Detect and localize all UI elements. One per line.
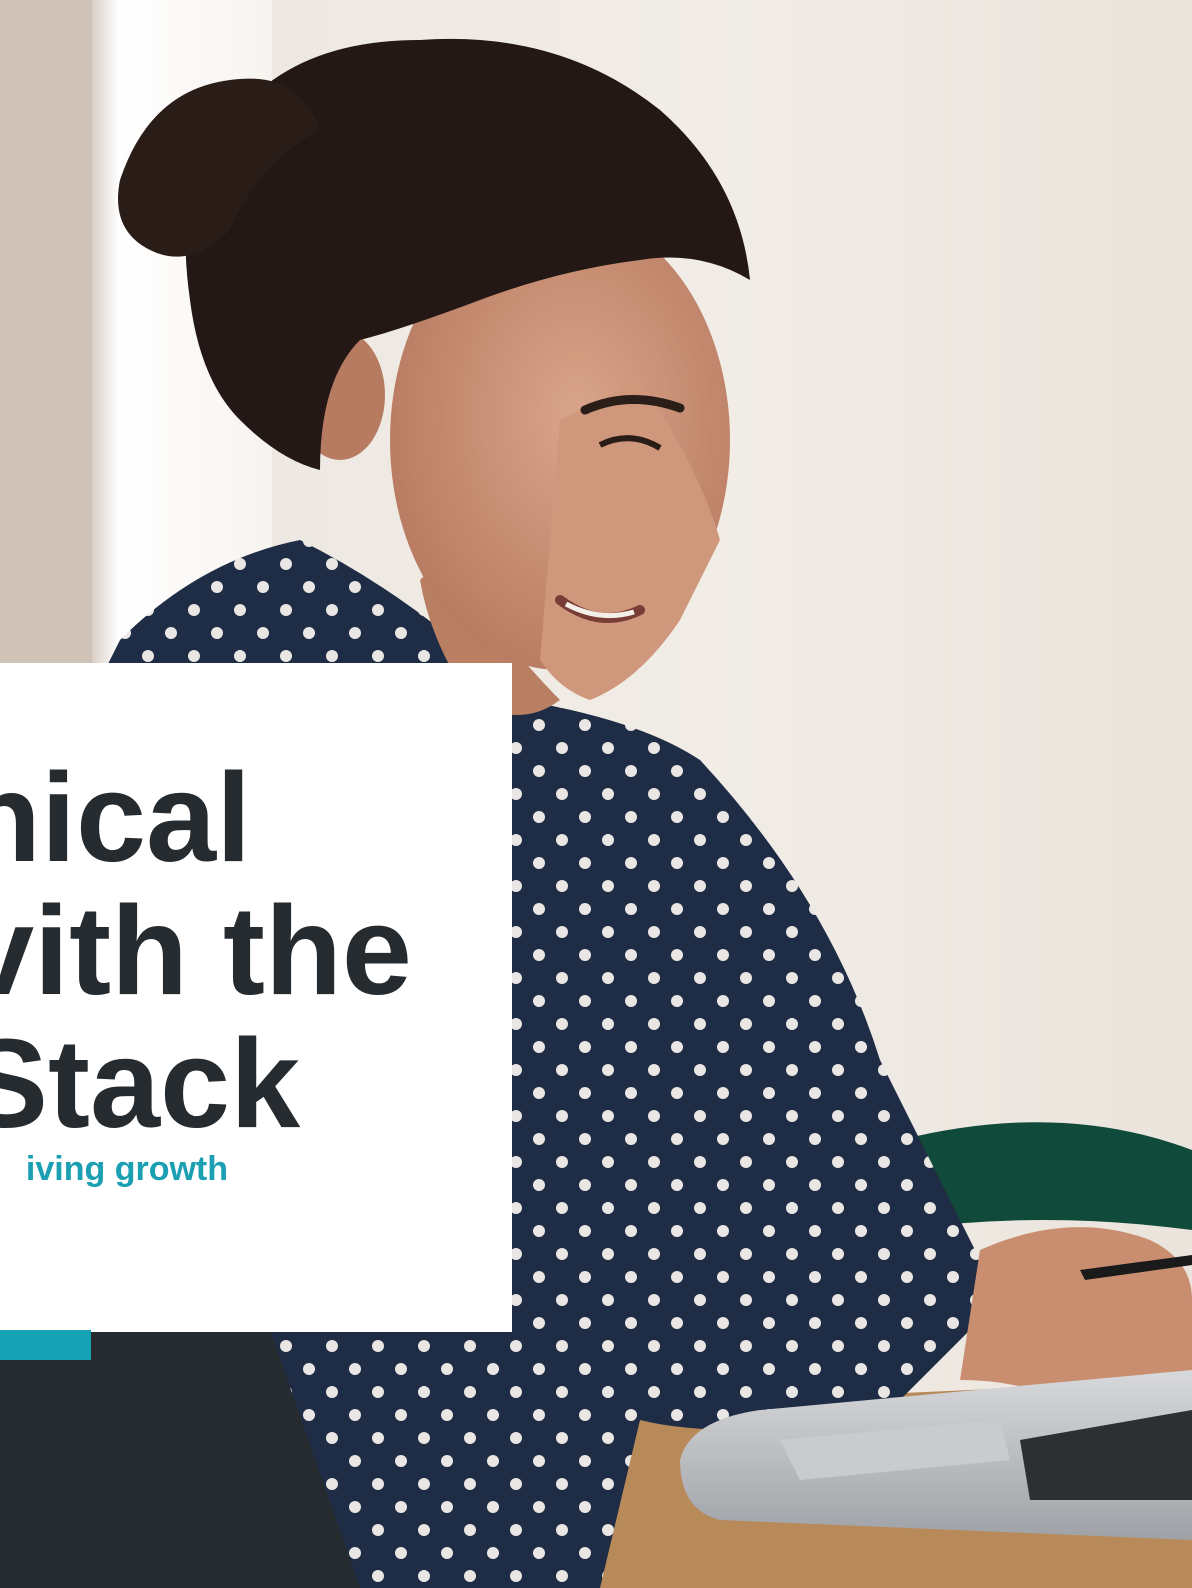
cover-subtitle: iving growth: [25, 1150, 228, 1188]
cover-title-line: vith the: [0, 880, 412, 1021]
cover-card: nical vith the Stack iving growth: [0, 663, 512, 1332]
cover-title: nical vith the Stack: [0, 751, 412, 1150]
cover-title-line: Stack: [0, 1013, 301, 1154]
accent-bar: [0, 1330, 91, 1360]
cover-title-line: nical: [0, 747, 252, 888]
